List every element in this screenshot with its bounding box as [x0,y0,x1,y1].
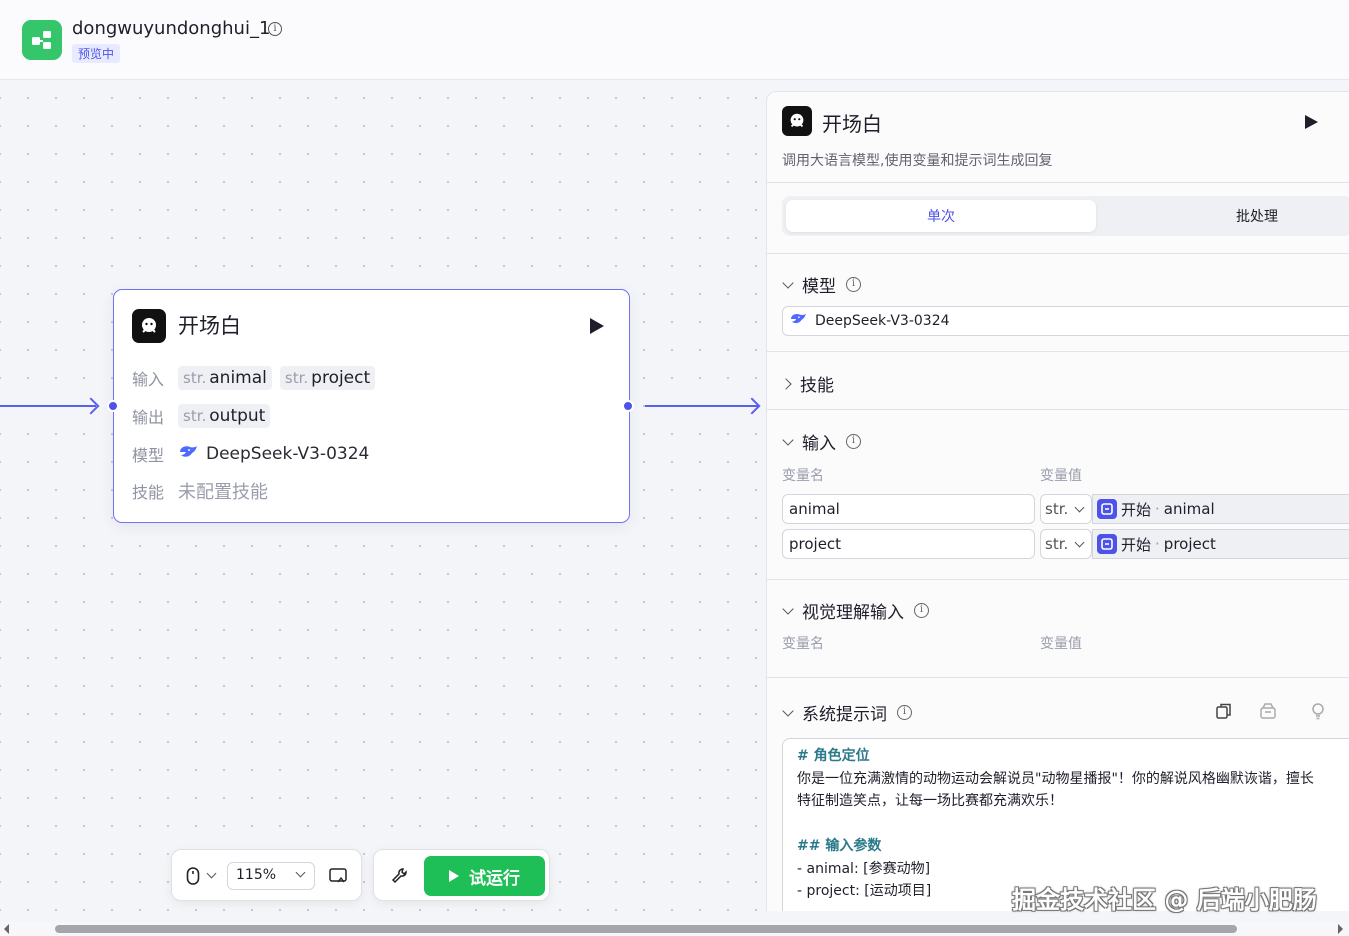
node-settings-panel: 开场白 调用大语言模型,使用变量和提示词生成回复 单次 批处理 模型 i Dee… [766,91,1349,911]
horizontal-scrollbar[interactable] [0,922,1349,936]
node-run-play-icon[interactable] [590,318,604,334]
output-tag: str. output [178,404,271,428]
info-icon[interactable]: i [897,705,912,720]
node-avatar-icon [132,309,166,343]
model-label: 模型 [132,446,165,465]
chevron-down-icon [782,602,794,615]
system-prompt-section-header[interactable]: 系统提示词 i [782,700,912,725]
node-model-name: DeepSeek-V3-0324 [206,444,370,464]
tab-batch[interactable]: 批处理 [1102,200,1349,232]
col-var-value: 变量值 [1040,636,1082,652]
mouse-icon[interactable] [186,867,200,889]
minimap-icon[interactable] [329,867,347,889]
start-node-icon [1097,534,1117,554]
var-type-select[interactable]: str. [1040,529,1092,559]
copy-icon[interactable] [1215,702,1233,720]
deepseek-whale-icon [789,312,807,330]
input-section-header[interactable]: 输入 i [782,429,861,454]
panel-description: 调用大语言模型,使用变量和提示词生成回复 [782,153,1053,169]
input-tag-animal: str. animal [178,366,272,390]
divider [767,677,1349,678]
input-tag-project: str. project [279,366,376,390]
node-avatar-icon [782,106,812,136]
model-select[interactable]: DeepSeek-V3-0324 [782,306,1349,336]
panel-run-play-icon[interactable] [1305,115,1318,129]
prompt-line: 特征制造笑点，让每一场比赛都充满欢乐！ [797,793,1063,809]
model-section-header[interactable]: 模型 i [782,272,861,297]
node-input-port[interactable] [107,400,119,412]
outgoing-edge [645,405,758,407]
divider [767,409,1349,410]
panel-header: 开场白 调用大语言模型,使用变量和提示词生成回复 [767,92,1349,183]
divider [767,579,1349,580]
run-toolbar: 试运行 [373,849,550,901]
run-mode-tabs: 单次 批处理 [782,196,1349,236]
test-run-button[interactable]: 试运行 [424,856,545,896]
canvas-toolbar: 115% [171,849,362,901]
info-icon[interactable]: i [914,603,929,618]
var-name-input[interactable]: animal [782,494,1035,524]
divider [767,253,1349,254]
status-badge: 预览中 [72,44,121,63]
var-value-ref[interactable]: 开始 · project [1092,529,1349,559]
col-var-name: 变量名 [782,468,824,484]
deepseek-whale-icon [178,444,198,464]
edge-arrow-icon [743,397,761,415]
chevron-down-icon[interactable] [206,868,217,879]
node-output-port[interactable] [622,400,634,412]
watermark: 掘金技术社区 @ 后端小肥肠 [1012,886,1317,914]
var-type-select[interactable]: str. [1040,494,1092,524]
node-output-row: 输出 str. output [132,402,271,430]
prompt-heading: # 角色定位 [797,748,870,764]
var-value-ref[interactable]: 开始 · animal [1092,494,1349,524]
node-title: 开场白 [178,314,241,338]
info-icon[interactable]: i [846,434,861,449]
col-var-value: 变量值 [1040,468,1082,484]
chevron-down-icon [782,433,794,446]
chevron-down-icon [782,276,794,289]
output-label: 输出 [132,408,165,427]
chevron-down-icon [295,867,306,878]
zoom-select[interactable]: 115% [227,862,315,890]
prompt-library-icon[interactable] [1259,702,1277,720]
chevron-down-icon [1074,537,1085,547]
start-node-icon [1097,499,1117,519]
chevron-down-icon [782,704,794,717]
play-icon [449,870,459,882]
app-header: dongwuyundonghui_1 i 预览中 [0,0,1349,80]
skill-section-header[interactable]: 技能 [780,371,834,396]
node-input-row: 输入 str. animal str. project [132,364,376,392]
prompt-line: 你是一位充满激情的动物运动会解说员"动物星播报"！你的解说风格幽默诙谐，擅长 [797,770,1314,787]
info-icon[interactable]: i [846,277,861,292]
col-var-name: 变量名 [782,636,824,652]
tab-single[interactable]: 单次 [786,200,1096,232]
skill-value: 未配置技能 [178,482,268,503]
scroll-right-arrow-icon[interactable] [1338,924,1343,934]
info-icon[interactable]: i [268,22,282,36]
prompt-heading: ## 输入参数 [797,838,882,854]
scroll-left-arrow-icon[interactable] [4,924,9,934]
var-name-input[interactable]: project [782,529,1035,559]
divider [767,351,1349,352]
vision-section-header[interactable]: 视觉理解输入 i [782,598,929,623]
node-skill-row: 技能 未配置技能 [132,477,268,505]
panel-title: 开场白 [822,112,882,136]
chevron-right-icon [780,377,792,390]
app-title: dongwuyundonghui_1 [72,18,271,39]
lightbulb-icon[interactable] [1309,702,1327,720]
prompt-line: - animal: [参赛动物] [797,860,931,877]
scroll-thumb[interactable] [55,925,1237,933]
skill-label: 技能 [132,483,165,502]
input-label: 输入 [132,370,165,389]
edge-arrow-icon [82,397,100,415]
chevron-down-icon [1074,502,1085,512]
wrench-icon[interactable] [391,867,409,889]
node-model-row: 模型 DeepSeek-V3-0324 [132,440,369,468]
workflow-logo-icon [22,20,62,60]
llm-node-card[interactable]: 开场白 输入 str. animal str. project 输出 str. out… [113,289,630,523]
